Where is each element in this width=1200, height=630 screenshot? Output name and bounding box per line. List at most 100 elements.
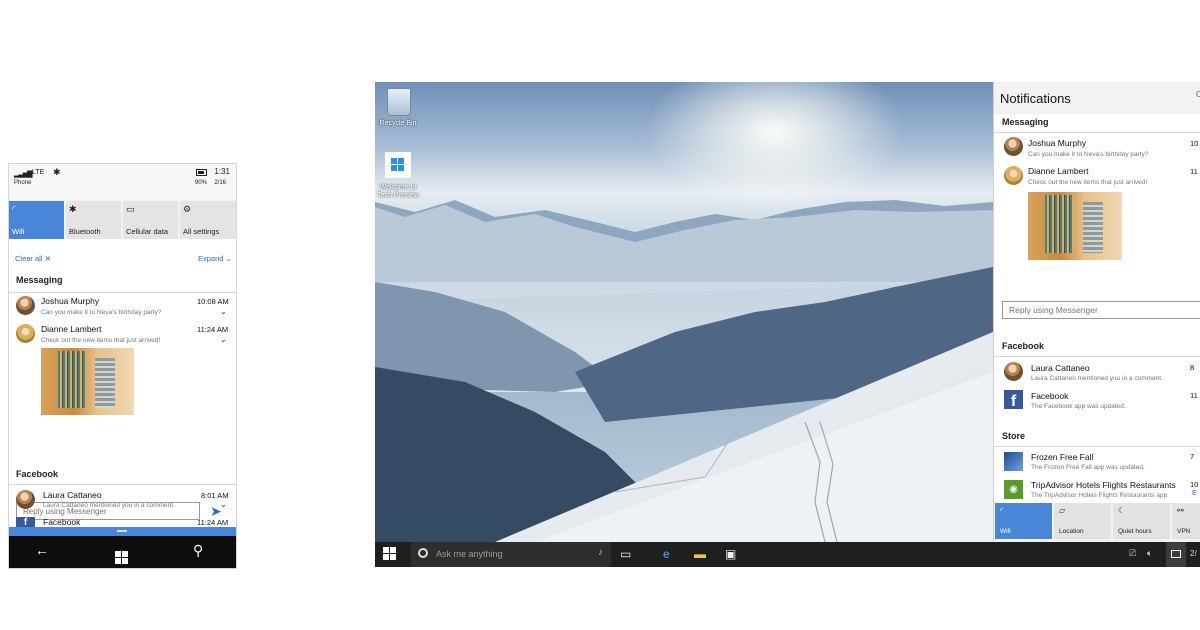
notification-icon <box>1171 550 1181 558</box>
task-view-icon[interactable]: ▭ <box>620 547 631 561</box>
battery-percent: 90% <box>195 180 208 186</box>
quick-action-label: Quiet hours <box>1118 528 1152 535</box>
group-title-facebook: Facebook <box>1002 341 1045 351</box>
divider <box>994 446 1200 447</box>
group-title-store: Store <box>1002 431 1026 441</box>
avatar <box>1004 362 1023 381</box>
attached-photo <box>41 348 134 415</box>
chevron-down-icon: ⌄ <box>225 254 232 263</box>
chevron-down-icon[interactable]: ⌄ <box>220 335 227 344</box>
quick-action-bluetooth[interactable]: ✱ Bluetooth <box>66 201 121 239</box>
bluetooth-icon: ✱ <box>53 167 61 177</box>
quick-action-wifi[interactable]: ◜ Wifi <box>995 503 1052 539</box>
expand-label: Expand <box>198 254 224 263</box>
back-arrow-icon[interactable]: ← <box>35 542 49 558</box>
chevron-down-icon[interactable]: ⌄ <box>220 307 227 316</box>
notification-sender: Frozen Free Fall <box>1031 452 1094 462</box>
phone-screen: ▂▃▅▇ LTE ✱ Phone 1:31 90% 2/16 ◜ Wifi ✱ … <box>8 163 237 569</box>
wifi-icon: ◜ <box>12 204 16 214</box>
notification-sender: Laura Cattaneo <box>43 490 102 500</box>
notification-message: The Frozen Free Fall app was updated. <box>1031 464 1145 471</box>
network-icon[interactable]: ⎚ <box>1129 548 1136 559</box>
notification-sender: Facebook <box>43 517 81 527</box>
notification-message: Laura Cattaneo mentioned you in a commen… <box>1031 375 1163 382</box>
notification-time: 8:01 AM <box>201 491 229 500</box>
notification-time: 11 <box>1190 167 1198 176</box>
avatar <box>1004 137 1023 156</box>
internet-explorer-icon[interactable]: e <box>663 547 670 561</box>
notification-list: Messaging Joshua Murphy Can you make it … <box>994 114 1200 503</box>
clear-all-label: Clear all <box>15 254 43 263</box>
desktop-wallpaper: Recycle Bin Welcome to Tech Preview <box>375 82 993 542</box>
taskbar-search-box[interactable]: Ask me anything ♪ <box>411 542 611 567</box>
quick-action-label: Wifi <box>1000 528 1011 535</box>
divider <box>994 356 1200 357</box>
notification-sender: Dianne Lambert <box>1028 166 1089 176</box>
quick-action-label: Wifi <box>12 227 25 236</box>
windows-tile-icon <box>385 152 411 178</box>
notification-time: 11 <box>1190 391 1198 400</box>
volume-icon[interactable]: 🔈︎ <box>1147 548 1152 559</box>
quick-action-cellular-data[interactable]: ▭ Cellular data <box>123 201 178 239</box>
cortana-icon <box>418 548 428 558</box>
expand-button[interactable]: E <box>1192 488 1197 497</box>
reply-input[interactable] <box>1002 301 1200 319</box>
expand-button[interactable]: Expand ⌄ <box>198 254 232 263</box>
notification-message: Check out the new items that just arrive… <box>1028 179 1148 186</box>
phone-status-bar: ▂▃▅▇ LTE ✱ Phone 1:31 90% 2/16 <box>9 164 236 200</box>
notification-time: 10 <box>1190 139 1199 148</box>
notification-time: 11:24 AM <box>197 325 229 334</box>
location-icon: ▱ <box>1059 506 1066 515</box>
avatar <box>16 296 35 315</box>
clear-all-button[interactable]: Clear all ✕ <box>15 254 51 263</box>
phone-quick-actions: ◜ Wifi ✱ Bluetooth ▭ Cellular data ⚙ All… <box>9 201 236 239</box>
divider <box>994 132 1200 133</box>
quick-action-label: Bluetooth <box>69 227 101 236</box>
quick-action-wifi[interactable]: ◜ Wifi <box>9 201 64 239</box>
desktop-icon-label: Welcome to Tech Preview <box>377 184 419 199</box>
phone-notifications: Clear all ✕ Expand ⌄ Messaging Joshua Mu… <box>9 239 236 528</box>
clear-all-button[interactable]: C <box>1196 90 1200 99</box>
desktop-screen: Recycle Bin Welcome to Tech Preview Noti… <box>375 82 1200 567</box>
store-icon[interactable]: ▣ <box>725 547 736 561</box>
chevron-down-icon[interactable]: ⌄ <box>220 500 227 509</box>
notification-message: Can you make it to Neva's birthday party… <box>41 309 162 316</box>
quick-action-vpn[interactable]: ⚯ VPN <box>1172 503 1200 539</box>
notification-message: Can you make it to Neva's birthday party… <box>1028 151 1149 158</box>
facebook-icon: f <box>1004 390 1023 410</box>
quick-action-all-settings[interactable]: ⚙ All settings <box>180 201 236 239</box>
status-date: 2/16 <box>214 180 226 186</box>
notification-sender: Laura Cattaneo <box>1031 363 1090 373</box>
quick-action-location[interactable]: ▱ Location <box>1054 503 1111 539</box>
search-icon[interactable]: ⚲ <box>193 542 203 559</box>
microphone-icon[interactable]: ♪ <box>598 547 603 558</box>
taskbar-date: 2/ <box>1190 549 1197 558</box>
notification-message: The TripAdvisor Hotels Flights Restauran… <box>1031 492 1168 499</box>
notification-sender: Dianne Lambert <box>41 324 102 334</box>
notification-time: 11:24 AM <box>197 518 229 527</box>
notification-time: 8 <box>1190 363 1195 372</box>
divider <box>9 292 236 293</box>
moon-icon: ☾ <box>1118 506 1126 515</box>
network-type: LTE <box>32 169 45 176</box>
start-button[interactable] <box>383 547 397 566</box>
quick-action-label: VPN <box>1177 528 1191 535</box>
notification-time: 10:08 AM <box>197 297 229 306</box>
quick-action-quiet-hours[interactable]: ☾ Quiet hours <box>1113 503 1170 539</box>
phone-nav-bar: ← ⚲ <box>9 536 236 568</box>
windows-logo-icon <box>383 547 397 561</box>
notification-sender: Facebook <box>1031 391 1069 401</box>
mountain-landscape <box>375 200 993 542</box>
quick-action-label: Location <box>1059 528 1084 535</box>
drag-handle[interactable] <box>9 527 236 536</box>
action-center-button[interactable] <box>1166 542 1186 567</box>
notification-message: Laura Cattaneo mentioned you in a commen… <box>43 502 175 509</box>
search-placeholder: Ask me anything <box>436 549 503 559</box>
avatar <box>1004 166 1023 185</box>
group-title-facebook: Facebook <box>16 469 59 479</box>
signal-strength-icon: ▂▃▅▇ <box>14 171 33 178</box>
file-explorer-icon[interactable]: ▬ <box>694 547 706 561</box>
close-icon: ✕ <box>44 254 51 263</box>
notification-sender: Joshua Murphy <box>41 296 100 306</box>
notification-message: Check out the new items that just arrive… <box>41 337 161 344</box>
